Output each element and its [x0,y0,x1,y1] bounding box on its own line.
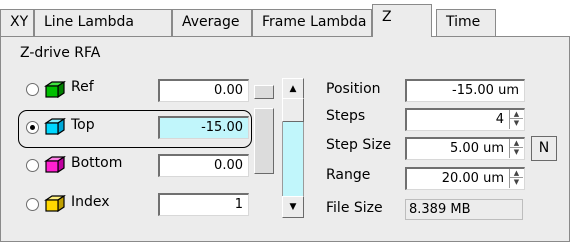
position-label: Position [326,81,381,97]
tab-frame-lambda[interactable]: Frame Lambda [252,9,372,36]
bottom-value-field[interactable]: 0.00 [158,154,249,177]
tab-bar: XY Line Lambda Average Frame Lambda Z Ti… [0,0,570,37]
index-value-field[interactable]: 1 [158,193,249,216]
ref-value-field[interactable]: 0.00 [158,79,249,102]
spin-down-icon[interactable]: ▼ [510,119,523,128]
range-spinner[interactable]: ▲ ▼ [509,169,523,188]
scroll-up-button[interactable]: ▲ [282,78,304,100]
row-label-bottom: Bottom [71,155,123,171]
file-size-label: File Size [326,200,383,216]
yellow-cube-icon [44,194,66,212]
n-button[interactable]: N [531,136,557,161]
scroll-down-button[interactable]: ▼ [282,196,304,218]
tab-average[interactable]: Average [172,9,252,36]
tab-time[interactable]: Time [436,9,496,36]
spin-up-icon[interactable]: ▲ [510,169,523,178]
steps-label: Steps [326,108,366,124]
steps-field[interactable]: 4 [405,108,525,131]
radio-ref[interactable] [26,83,39,96]
spin-up-icon[interactable]: ▲ [510,110,523,119]
file-size-value: 8.389 MB [405,199,523,220]
small-set-button[interactable] [254,85,274,99]
cyan-cube-icon [44,117,66,135]
radio-dot [30,125,35,130]
section-title: Z-drive RFA [20,45,101,61]
spin-up-icon[interactable]: ▲ [510,139,523,148]
radio-bottom[interactable] [26,159,39,172]
range-field[interactable]: 20.00 um [405,167,525,190]
radio-top[interactable] [26,121,39,134]
tab-xy[interactable]: XY [0,9,34,36]
radio-index[interactable] [26,198,39,211]
spin-down-icon[interactable]: ▼ [510,178,523,187]
position-field[interactable]: -15.00 um [405,79,525,102]
row-label-ref: Ref [71,79,94,95]
tab-line-lambda[interactable]: Line Lambda [34,9,172,36]
row-label-top: Top [71,117,95,133]
z-scroll-thumb[interactable] [282,98,304,122]
row-label-index: Index [71,194,110,210]
z-slider-bar[interactable] [254,108,274,174]
green-cube-icon [44,80,66,98]
top-value-field[interactable]: -15.00 [158,116,249,139]
steps-spinner[interactable]: ▲ ▼ [509,110,523,129]
spin-down-icon[interactable]: ▼ [510,148,523,157]
tab-z[interactable]: Z [372,4,432,37]
magenta-cube-icon [44,155,66,173]
step-size-label: Step Size [326,137,392,153]
step-size-spinner[interactable]: ▲ ▼ [509,139,523,158]
step-size-field[interactable]: 5.00 um [405,137,525,160]
range-label: Range [326,167,371,183]
